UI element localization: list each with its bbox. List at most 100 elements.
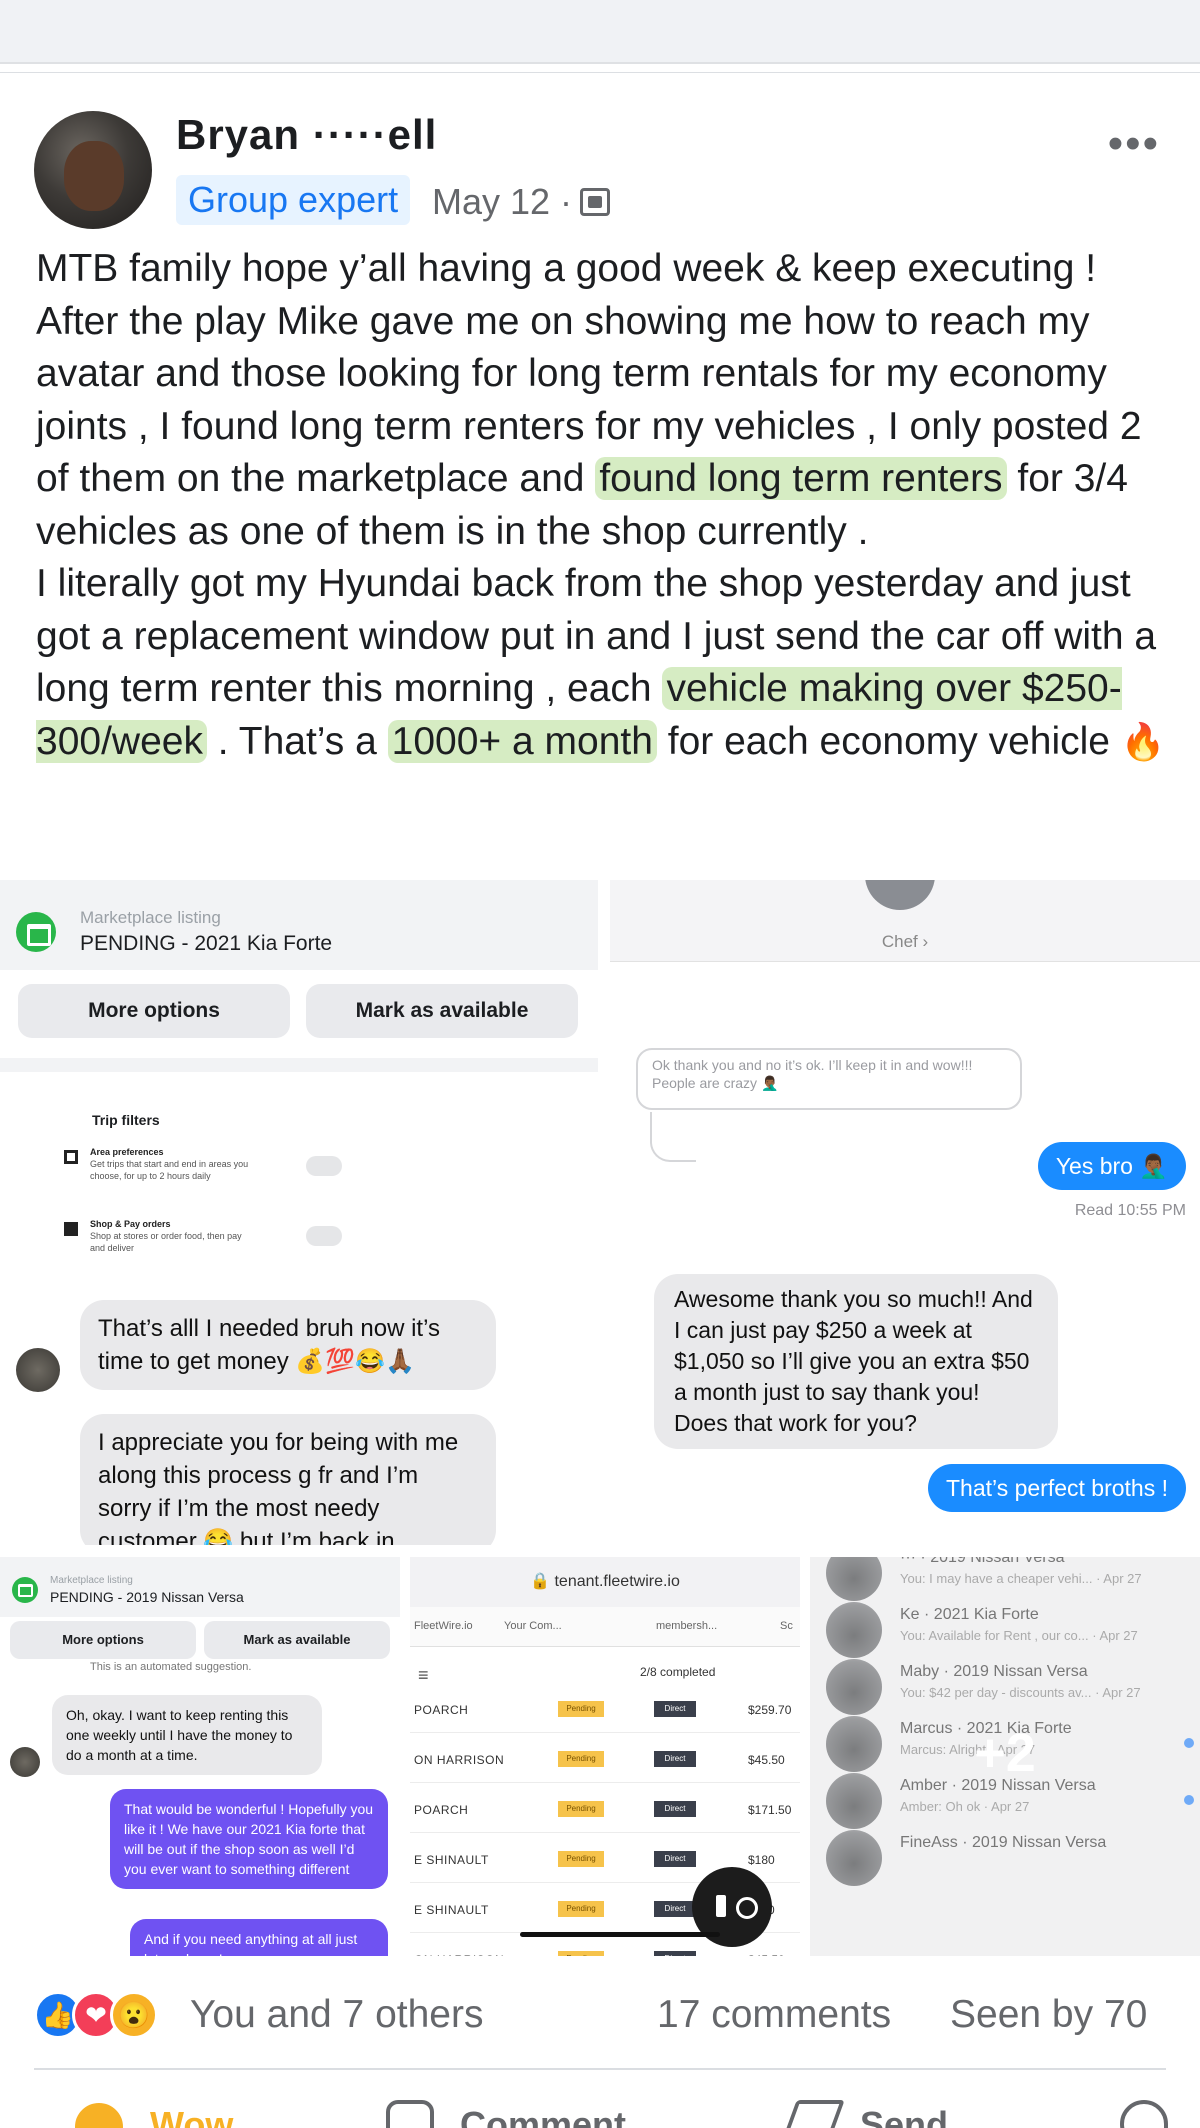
- table-cell-amount: $45.50: [748, 1953, 785, 1956]
- post-date[interactable]: May 12 ·: [432, 177, 572, 227]
- reactions-summary[interactable]: You and 7 others: [190, 1993, 483, 2037]
- suggestion-note: This is an automated suggestion.: [90, 1661, 252, 1673]
- table-cell-name: E SHINAULT: [414, 1853, 489, 1867]
- marketplace-label: Marketplace listing: [80, 908, 221, 927]
- table-cell-name: POARCH: [414, 1703, 469, 1717]
- fire-emoji-icon: 🔥: [1120, 720, 1166, 762]
- table-cell-type: Direct: [654, 1701, 696, 1717]
- more-options-icon[interactable]: •••: [1108, 122, 1160, 166]
- table-cell-status: Pending: [558, 1801, 604, 1817]
- chat-bubble: I appreciate you for being with me along…: [80, 1414, 496, 1545]
- browser-tab: FleetWire.io: [414, 1620, 473, 1632]
- table-cell-type: Direct: [654, 1851, 696, 1867]
- photo-messenger-list[interactable]: ··· · 2019 Nissan Versa You: I may have a…: [810, 1557, 1200, 1956]
- table-cell-amount: $171.50: [748, 1803, 792, 1817]
- marketplace-header: Marketplace listing PENDING - 2019 Nissa…: [0, 1557, 400, 1617]
- shop-icon: [64, 1222, 78, 1236]
- area-icon: [64, 1150, 78, 1164]
- contact-name: Chef ›: [881, 932, 929, 951]
- group-audience-icon: [580, 188, 611, 216]
- top-bar: [0, 0, 1200, 64]
- table-cell-status: Pending: [558, 1701, 604, 1717]
- sent-bubble: And if you need anything at all just let…: [130, 1919, 388, 1956]
- sender-avatar: [16, 1348, 60, 1392]
- mark-available-button: Mark as available: [306, 984, 578, 1038]
- table-cell-name: E SHINAULT: [414, 1903, 489, 1917]
- comments-count[interactable]: 17 comments: [657, 1993, 891, 2037]
- comment-button[interactable]: Comment: [460, 2104, 626, 2128]
- quoted-message: Ok thank you and no it’s ok. I’ll keep i…: [636, 1048, 1022, 1110]
- table-row[interactable]: POARCH Pending Direct $171.50: [410, 1785, 800, 1833]
- browser-tab: membersh...: [656, 1620, 718, 1632]
- home-indicator: [520, 1932, 720, 1937]
- url-bar: 🔒 tenant.fleetwire.io: [410, 1557, 800, 1607]
- more-photos-count: +2: [974, 1723, 1036, 1783]
- post-paragraph: I literally got my Hyundai back from the…: [36, 558, 1176, 768]
- trip-filters-heading: Trip filters: [92, 1112, 160, 1128]
- photo-fleetwire-table[interactable]: 🔒 tenant.fleetwire.io FleetWire.io Your …: [410, 1557, 800, 1956]
- shop-pay-row: Shop & Pay orders Shop at stores or orde…: [64, 1218, 250, 1254]
- chat-bubble: That’s alll I needed bruh now it’s time …: [80, 1300, 496, 1390]
- send-button[interactable]: Send: [860, 2104, 948, 2128]
- group-expert-badge[interactable]: Group expert: [176, 175, 411, 225]
- table-cell-type: Direct: [654, 1801, 696, 1817]
- listing-title: PENDING - 2019 Nissan Versa: [50, 1589, 244, 1605]
- author-avatar[interactable]: [34, 111, 152, 229]
- received-bubble: Awesome thank you so much!! And I can ju…: [654, 1274, 1058, 1449]
- marketplace-label: Marketplace listing: [50, 1575, 133, 1586]
- area-toggle: [306, 1156, 342, 1176]
- highlight: 1000+ a month: [387, 719, 657, 763]
- browser-tab: Your Com...: [504, 1620, 562, 1632]
- table-cell-name: ON HARRISON: [414, 1753, 505, 1767]
- author-name[interactable]: Bryan ·····ell: [176, 111, 437, 159]
- table-cell-status: Pending: [558, 1951, 604, 1956]
- photo-marketplace-nissan[interactable]: Marketplace listing PENDING - 2019 Nissa…: [0, 1557, 400, 1956]
- photo-collage[interactable]: Marketplace listing PENDING - 2021 Kia F…: [0, 880, 1200, 1956]
- marketplace-icon: [16, 912, 56, 952]
- table-cell-type: Direct: [654, 1751, 696, 1767]
- marketplace-header: Marketplace listing PENDING - 2021 Kia F…: [0, 880, 598, 970]
- mark-available-button: Mark as available: [204, 1621, 390, 1659]
- shop-toggle: [306, 1226, 342, 1246]
- listing-title: PENDING - 2021 Kia Forte: [80, 932, 333, 955]
- contact-avatar: [865, 880, 935, 910]
- photo-imessage-chat[interactable]: Chef › Ok thank you and no it’s ok. I’ll…: [610, 880, 1200, 1545]
- table-cell-status: Pending: [558, 1851, 604, 1867]
- sender-avatar: [10, 1747, 40, 1777]
- wow-button[interactable]: Wow: [150, 2104, 233, 2128]
- completed-count: 2/8 completed: [640, 1665, 716, 1679]
- divider: [34, 2068, 1166, 2070]
- marketplace-icon: [12, 1577, 38, 1603]
- more-photos-overlay[interactable]: +2: [810, 1557, 1200, 1956]
- table-cell-status: Pending: [558, 1751, 604, 1767]
- table-row[interactable]: ON HARRISON Pending Direct $45.50: [410, 1735, 800, 1783]
- more-options-button: More options: [10, 1621, 196, 1659]
- post-body: MTB family hope y’all having a good week…: [36, 243, 1176, 768]
- browser-tab: Sc: [780, 1620, 793, 1632]
- imessage-header: Chef ›: [610, 880, 1200, 962]
- seen-count[interactable]: Seen by 70: [950, 1993, 1147, 2037]
- post-paragraph: MTB family hope y’all having a good week…: [36, 247, 1097, 290]
- table-cell-amount: $45.50: [748, 1753, 785, 1767]
- sent-bubble: That would be wonderful ! Hopefully you …: [110, 1789, 388, 1889]
- table-row[interactable]: POARCH Pending Direct $259.70: [410, 1685, 800, 1733]
- send-icon[interactable]: [779, 2100, 845, 2128]
- table-cell-name: ON HARRISON: [414, 1953, 504, 1956]
- sent-bubble: That’s perfect broths !: [927, 1464, 1186, 1512]
- sent-bubble: Yes bro 🤦🏾‍♂️: [1037, 1142, 1186, 1190]
- photo-marketplace-kia[interactable]: Marketplace listing PENDING - 2021 Kia F…: [0, 880, 598, 1545]
- more-options-button: More options: [18, 984, 290, 1038]
- browser-tabs: FleetWire.io Your Com... membersh... Sc: [410, 1607, 800, 1647]
- read-receipt: Read 10:55 PM: [1074, 1202, 1186, 1219]
- post-paragraph: After the play Mike gave me on showing m…: [36, 299, 1142, 553]
- table-cell-status: Pending: [558, 1901, 604, 1917]
- comment-icon[interactable]: [386, 2100, 434, 2128]
- reactions-bar: 👍 ❤ 😮 You and 7 others 17 comments Seen …: [0, 1965, 1200, 2055]
- post-meta: May 12 ·: [432, 177, 611, 227]
- area-preferences-row: Area preferences Get trips that start an…: [64, 1146, 250, 1182]
- wow-icon[interactable]: [72, 2100, 126, 2128]
- highlight: found long term renters: [595, 457, 1007, 500]
- share-icon[interactable]: [1120, 2100, 1168, 2128]
- table-cell-amount: $259.70: [748, 1703, 792, 1717]
- menu-icon: ≡: [418, 1665, 429, 1685]
